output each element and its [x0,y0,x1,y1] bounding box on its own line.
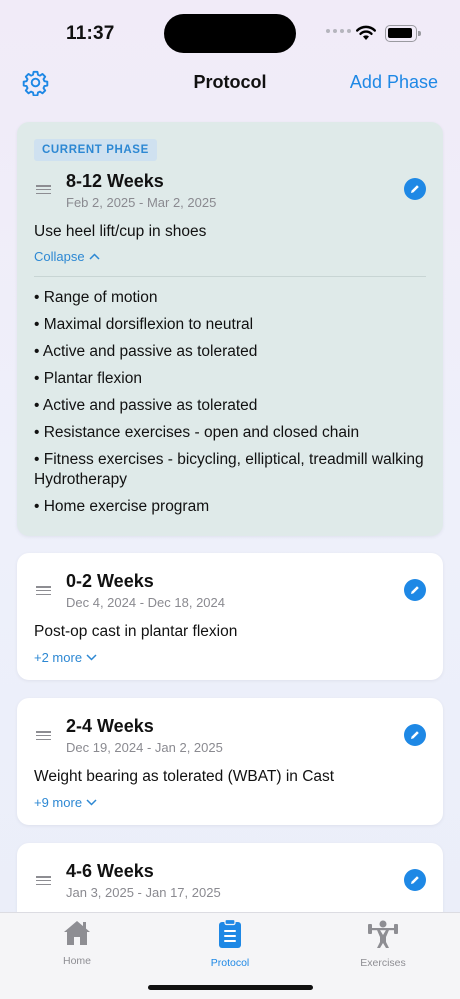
phase-details-list: • Range of motion • Maximal dorsiflexion… [34,288,426,524]
nav-bar: Protocol Add Phase [0,62,460,104]
tab-label: Home [62,955,91,967]
collapse-toggle[interactable]: Collapse [34,249,100,264]
detail-item: • Active and passive as tolerated [34,397,258,414]
detail-item: • Range of motion [34,289,158,306]
tab-home[interactable]: Home [27,919,127,967]
more-label: +2 more [34,650,83,665]
current-phase-badge: CURRENT PHASE [34,139,157,161]
detail-item: • Home exercise program [34,498,210,515]
phase-dates: Feb 2, 2025 - Mar 2, 2025 [66,195,217,210]
chevron-down-icon [86,654,97,661]
phase-card-current[interactable]: CURRENT PHASE 8-12 Weeks Feb 2, 2025 - M… [17,122,443,536]
pencil-icon [411,876,419,884]
chevron-down-icon [86,799,97,806]
detail-item: • Resistance exercises - open and closed… [34,424,360,441]
add-phase-button[interactable]: Add Phase [350,72,438,93]
clipboard-icon [219,918,241,948]
edit-phase-button[interactable] [404,579,426,601]
phase-title: 8-12 Weeks [66,171,164,191]
drag-handle-icon[interactable] [36,185,51,195]
phase-dates: Jan 3, 2025 - Jan 17, 2025 [66,885,221,900]
edit-phase-button[interactable] [404,178,426,200]
status-bar: 11:37 [0,0,460,60]
tab-exercises[interactable]: Exercises [333,919,433,969]
wifi-icon [356,25,376,40]
battery-icon [385,25,421,42]
tab-protocol[interactable]: Protocol [180,918,280,969]
edit-phase-button[interactable] [404,869,426,891]
phase-dates: Dec 4, 2024 - Dec 18, 2024 [66,595,225,610]
status-time: 11:37 [66,23,115,44]
phase-card[interactable]: 0-2 Weeks Dec 4, 2024 - Dec 18, 2024 Pos… [17,553,443,680]
detail-item: • Active and passive as tolerated [34,343,258,360]
pencil-icon [411,731,419,739]
detail-item: • Plantar flexion [34,370,142,387]
phase-summary: Use heel lift/cup in shoes [34,223,207,240]
collapse-label: Collapse [34,249,85,264]
weightlifter-icon [368,920,398,948]
drag-handle-icon[interactable] [36,586,51,596]
phase-title: 2-4 Weeks [66,716,154,736]
dynamic-island [164,14,296,53]
cellular-signal-icon [326,29,351,33]
more-label: +9 more [34,795,83,810]
pencil-icon [411,185,419,193]
phase-card[interactable]: 2-4 Weeks Dec 19, 2024 - Jan 2, 2025 Wei… [17,698,443,825]
phase-title: 0-2 Weeks [66,571,154,591]
drag-handle-icon[interactable] [36,876,51,886]
expand-toggle[interactable]: +9 more [34,795,97,810]
phase-title: 4-6 Weeks [66,861,154,881]
edit-phase-button[interactable] [404,724,426,746]
detail-item: • Fitness exercises - bicycling, ellipti… [34,451,424,488]
drag-handle-icon[interactable] [36,731,51,741]
phase-dates: Dec 19, 2024 - Jan 2, 2025 [66,740,223,755]
tab-label: Exercises [360,957,406,969]
tab-label: Protocol [210,957,250,969]
phase-summary: Weight bearing as tolerated (WBAT) in Ca… [34,768,335,785]
pencil-icon [411,586,419,594]
expand-toggle[interactable]: +2 more [34,650,97,665]
divider [34,276,426,277]
detail-item: • Maximal dorsiflexion to neutral [34,316,254,333]
chevron-up-icon [89,253,100,260]
house-icon [64,921,90,945]
phase-summary: Post-op cast in plantar flexion [34,623,238,640]
home-indicator [148,985,313,990]
